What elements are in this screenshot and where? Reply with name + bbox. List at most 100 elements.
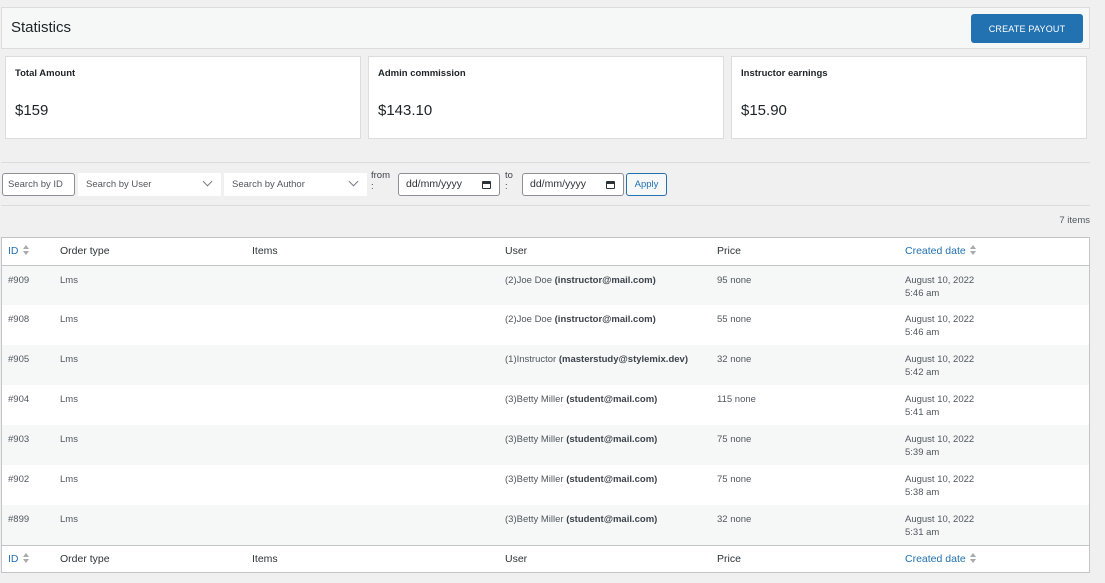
column-footer-created-date[interactable]: Created date xyxy=(905,544,1089,572)
cell-id: #902 xyxy=(8,474,30,485)
cell-items xyxy=(252,505,505,545)
column-footer-items: Items xyxy=(252,544,505,572)
time: 5:46 am xyxy=(905,327,940,338)
to-date-placeholder: dd/mm/yyyy xyxy=(530,178,587,190)
cell-created-date: August 10, 2022 5:42 am xyxy=(905,345,1089,385)
cell-order-type: Lms xyxy=(60,394,78,405)
column-header-order-type: Order type xyxy=(60,238,252,266)
table-row: #904 Lms (3)Betty Miller (student@mail.com… xyxy=(2,385,1089,425)
column-header-id[interactable]: ID xyxy=(2,238,60,266)
cell-order-type: Lms xyxy=(60,474,78,485)
cell-id: #899 xyxy=(8,514,30,525)
stat-label: Total Amount xyxy=(15,68,76,79)
user-email: (masterstudy@stylemix.dev) xyxy=(558,354,688,365)
stat-card-admin-commission: Admin commission $143.10 xyxy=(368,56,724,139)
stat-label: Instructor earnings xyxy=(741,68,828,79)
user-email: (student@mail.com) xyxy=(566,434,658,445)
page-header: Statistics CREATE PAYOUT xyxy=(1,7,1090,49)
date: August 10, 2022 xyxy=(905,474,975,485)
date: August 10, 2022 xyxy=(905,514,975,525)
table-header-row: ID Order type Items User Price Created d… xyxy=(2,238,1089,266)
user-name: (3)Betty Miller xyxy=(505,514,564,525)
sort-icon[interactable] xyxy=(969,245,976,256)
to-date-input[interactable]: dd/mm/yyyy xyxy=(522,173,624,196)
date: August 10, 2022 xyxy=(905,394,975,405)
column-header-items: Items xyxy=(252,238,505,266)
chevron-down-icon xyxy=(202,176,213,187)
user-email: (student@mail.com) xyxy=(566,514,658,525)
search-id-input[interactable]: Search by ID xyxy=(2,173,75,196)
user-name: (2)Joe Doe xyxy=(505,274,552,286)
search-author-select[interactable]: Search by Author xyxy=(224,173,367,196)
cell-items xyxy=(252,305,505,345)
time: 5:39 am xyxy=(905,447,940,458)
column-footer-user: User xyxy=(505,544,717,572)
cell-user: (3)Betty Miller (student@mail.com) xyxy=(505,385,717,425)
user-name: (2)Joe Doe xyxy=(505,314,552,325)
cell-items xyxy=(252,265,505,305)
user-name: (1)Instructor xyxy=(505,354,557,365)
table-row: #903 Lms (3)Betty Miller (student@mail.com… xyxy=(2,425,1089,465)
cell-user: (2)Joe Doe (instructor@mail.com) xyxy=(505,305,717,345)
sort-icon[interactable] xyxy=(22,245,29,256)
from-date-input[interactable]: dd/mm/yyyy xyxy=(398,173,500,196)
user-email: (student@mail.com) xyxy=(566,474,658,485)
calendar-icon[interactable] xyxy=(606,181,615,189)
table-footer-row: ID Order type Items User Price Created d… xyxy=(2,544,1089,572)
cell-created-date: August 10, 2022 5:41 am xyxy=(905,385,1089,425)
table-row: #908 Lms (2)Joe Doe (instructor@mail.com) 5… xyxy=(2,305,1089,345)
from-label: from : xyxy=(371,170,390,192)
cell-user: (1)Instructor (masterstudy@stylemix.dev) xyxy=(505,345,717,385)
sort-icon[interactable] xyxy=(22,552,29,563)
date: August 10, 2022 xyxy=(905,274,975,286)
stat-card-instructor-earnings: Instructor earnings $15.90 xyxy=(731,56,1087,139)
cell-created-date: August 10, 2022 5:31 am xyxy=(905,505,1089,545)
cell-items xyxy=(252,345,505,385)
cell-price: 75 none xyxy=(717,434,752,445)
search-user-select[interactable]: Search by User xyxy=(78,173,221,196)
cell-user: (3)Betty Miller (student@mail.com) xyxy=(505,425,717,465)
cell-id: #908 xyxy=(8,314,30,325)
cell-order-type: Lms xyxy=(60,354,78,365)
chevron-down-icon xyxy=(348,176,359,187)
stat-card-total-amount: Total Amount $159 xyxy=(5,56,361,139)
cell-items xyxy=(252,425,505,465)
search-user-placeholder: Search by User xyxy=(86,179,152,190)
cell-order-type: Lms xyxy=(60,314,78,325)
date: August 10, 2022 xyxy=(905,314,975,325)
cell-created-date: August 10, 2022 5:46 am xyxy=(905,305,1089,345)
cell-order-type: Lms xyxy=(60,514,78,525)
search-author-placeholder: Search by Author xyxy=(232,179,305,190)
table-row: #905 Lms (1)Instructor (masterstudy@stylem… xyxy=(2,345,1089,385)
sort-icon[interactable] xyxy=(969,552,976,563)
cell-order-type: Lms xyxy=(60,434,78,445)
cell-price: 95 none xyxy=(717,274,752,286)
time: 5:31 am xyxy=(905,527,940,538)
user-email: (instructor@mail.com) xyxy=(554,314,656,325)
user-email: (student@mail.com) xyxy=(566,394,658,405)
user-name: (3)Betty Miller xyxy=(505,394,564,405)
column-footer-price: Price xyxy=(717,544,905,572)
cell-user: (3)Betty Miller (student@mail.com) xyxy=(505,505,717,545)
create-payout-button[interactable]: CREATE PAYOUT xyxy=(971,14,1083,43)
column-header-created-date[interactable]: Created date xyxy=(905,238,1089,266)
stat-label: Admin commission xyxy=(378,68,466,79)
cell-items xyxy=(252,465,505,505)
column-footer-id[interactable]: ID xyxy=(2,544,60,572)
apply-button[interactable]: Apply xyxy=(626,173,667,196)
cell-id: #909 xyxy=(8,274,30,286)
cell-order-type: Lms xyxy=(60,274,78,286)
items-count: 7 items xyxy=(1059,215,1090,226)
calendar-icon[interactable] xyxy=(482,181,491,189)
cell-price: 55 none xyxy=(717,314,752,325)
table-row: #909 Lms (2)Joe Doe (instructor@mail.com) 9… xyxy=(2,265,1089,305)
to-label: to : xyxy=(505,170,513,192)
user-name: (3)Betty Miller xyxy=(505,434,564,445)
table-row: #902 Lms (3)Betty Miller (student@mail.com… xyxy=(2,465,1089,505)
from-date-placeholder: dd/mm/yyyy xyxy=(406,178,463,190)
cell-price: 115 none xyxy=(717,394,756,405)
cell-id: #903 xyxy=(8,434,30,445)
cell-price: 32 none xyxy=(717,514,752,525)
column-header-price: Price xyxy=(717,238,905,266)
page-title: Statistics xyxy=(11,19,72,36)
